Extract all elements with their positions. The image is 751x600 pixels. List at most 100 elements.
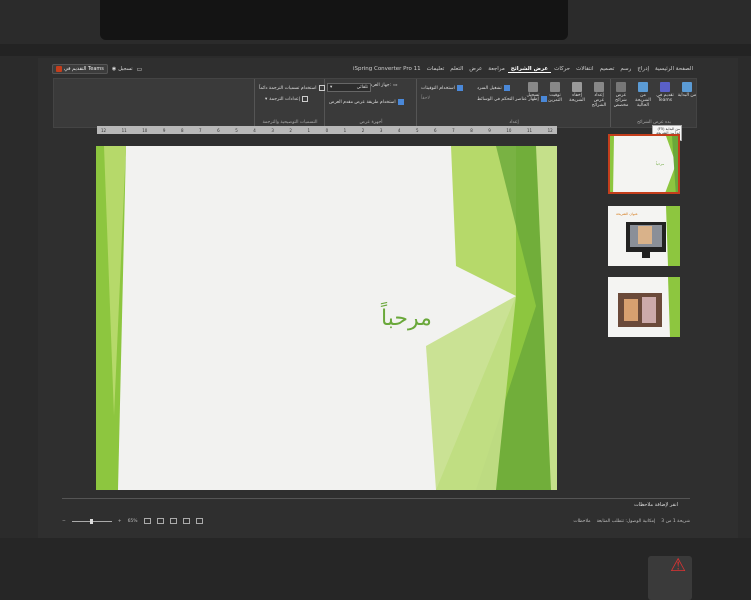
tab-ispring[interactable]: iSpring Converter Pro 11	[350, 66, 424, 72]
ruler-tick: 6	[434, 127, 437, 133]
share-area: التقديم في Teams ◉ تسجيل ▭	[52, 64, 142, 74]
ruler-tick: 6	[217, 127, 220, 133]
group-label-captions: التسميات التوضيحية والترجمة	[262, 120, 318, 125]
stopwatch-icon	[550, 82, 560, 92]
status-bar: − + 65% شريحة 1 من 3 إمكانية الوصول: تتط…	[62, 516, 690, 526]
horizontal-ruler: 12 11 10 9 8 7 6 5 4 3 2 1 0 1 2 3 4 5 6 7 8 9 10 11 12	[97, 126, 557, 134]
monitor-label: جهاز العرض: ▭	[367, 83, 398, 88]
presenter-view-checkbox[interactable]: استخدام طريقة عرض مقدم العرض	[329, 99, 404, 105]
from-beginning-button[interactable]: من البداية	[677, 82, 697, 98]
slide-title[interactable]: مرحباً	[381, 306, 432, 331]
checkbox-icon	[503, 85, 510, 91]
chevron-down-icon: ▾	[330, 85, 333, 90]
tab-transitions[interactable]: انتقالات	[573, 66, 597, 72]
group-setup: إعداد عرض الشرائح إخفاء الشريحة توقيت ال…	[416, 79, 611, 127]
notes-pane[interactable]: انقر لإضافة ملاحظات	[62, 498, 690, 510]
ruler-tick: 8	[180, 127, 184, 133]
zoom-level[interactable]: 65%	[128, 519, 138, 524]
slide-thumbnail-3[interactable]	[608, 277, 680, 337]
tab-design[interactable]: تصميم	[597, 66, 618, 72]
thumbnail-title: مرحباً	[656, 162, 665, 166]
zoom-knob[interactable]	[89, 518, 93, 524]
checkbox-icon	[318, 85, 325, 91]
tab-home[interactable]: الصفحة الرئيسية	[652, 66, 696, 72]
from-current-button[interactable]: من الشريحة الحالية	[633, 82, 653, 108]
ruler-tick: 11	[121, 127, 127, 133]
teams-label: التقديم في Teams	[64, 66, 104, 72]
fit-slide-icon[interactable]	[143, 518, 151, 524]
projector-icon	[638, 82, 648, 92]
record-icon: ◉	[111, 66, 117, 72]
dimmed-option: لاحقاً	[421, 96, 430, 101]
ruler-tick: 5	[415, 127, 419, 133]
ruler-tick: 2	[289, 127, 292, 133]
ruler-tick: 3	[271, 127, 274, 133]
notes-toggle[interactable]: ملاحظات	[573, 519, 590, 524]
tab-draw[interactable]: رسم	[617, 66, 634, 72]
hide-slide-button[interactable]: إخفاء الشريحة	[567, 82, 587, 103]
warning-icon: ⚠	[670, 555, 687, 576]
ruler-tick: 9	[488, 127, 491, 133]
ruler-tick: 12	[101, 127, 107, 133]
always-use-subtitles-checkbox[interactable]: استخدام تسميات الترجمة دائماً	[259, 85, 325, 91]
group-captions: استخدام تسميات الترجمة دائماً ▾ إعدادات …	[254, 79, 325, 127]
custom-show-icon	[616, 82, 626, 92]
checkbox-icon	[456, 85, 463, 91]
present-teams-button[interactable]: تقديم في Teams	[655, 82, 675, 103]
slide-thumbnail-2[interactable]: عنوان الشريحة	[608, 206, 680, 266]
slide-sorter-icon[interactable]	[169, 518, 177, 524]
ribbon-body: من البداية تقديم في Teams من الشريحة الح…	[53, 78, 697, 128]
reading-view-icon[interactable]	[182, 518, 190, 524]
present-in-teams-button[interactable]: التقديم في Teams	[52, 64, 108, 74]
tab-learning[interactable]: التعلم	[447, 66, 466, 72]
slide-thumbnail-1[interactable]: مرحباً	[608, 134, 680, 194]
record-button[interactable]: ◉ تسجيل	[112, 66, 133, 72]
zoom-slider[interactable]	[71, 518, 112, 524]
tab-insert[interactable]: إدراج	[634, 66, 652, 72]
teams-icon	[56, 66, 62, 72]
play-narrations-checkbox[interactable]: تشغيل السرد	[477, 85, 510, 91]
ruler-tick: 10	[142, 127, 148, 133]
ruler-tick: 1	[343, 127, 347, 133]
status-right: شريحة 1 من 3 إمكانية الوصول: تتطلب المتا…	[573, 519, 690, 524]
slide-canvas[interactable]: مرحباً	[96, 146, 557, 490]
hide-slide-icon	[572, 82, 582, 92]
ruler-tick: 11	[526, 127, 533, 133]
ruler-tick: 4	[253, 127, 256, 133]
normal-view-icon[interactable]	[156, 518, 164, 524]
rehearse-button[interactable]: توقيت التمرين	[545, 82, 565, 103]
ruler-tick: 1	[307, 127, 311, 133]
ruler-tick: 12	[547, 127, 553, 133]
comments-icon[interactable]: ▭	[137, 66, 143, 73]
tab-slideshow[interactable]: عرض الشرائح	[507, 66, 552, 73]
slide-counter: شريحة 1 من 3	[661, 518, 690, 524]
subtitle-settings-button[interactable]: ▾ إعدادات الترجمة	[265, 96, 308, 102]
tab-view[interactable]: عرض	[466, 66, 485, 72]
record-label: تسجيل	[118, 66, 133, 72]
thumbnail-title: عنوان الشريحة	[616, 212, 638, 216]
thumbnail-shapes	[610, 136, 678, 192]
setup-show-button[interactable]: إعداد عرض الشرائح	[589, 82, 609, 108]
group-monitors: جهاز العرض: ▭ ▾ تلقائي استخدام طريقة عرض…	[324, 79, 417, 127]
tab-help[interactable]: تعليمات	[424, 66, 448, 72]
ruler-tick: 3	[379, 127, 383, 133]
ruler-tick: 5	[235, 127, 238, 133]
zoom-out-icon[interactable]: −	[62, 519, 66, 524]
show-media-controls-checkbox[interactable]: إظهار عناصر التحكم في الوسائط	[477, 96, 547, 102]
zoom-in-icon[interactable]: +	[118, 519, 122, 524]
use-timings-checkbox[interactable]: استخدام التوقيتات	[421, 85, 463, 91]
custom-show-button[interactable]: عرض شرائح مخصص	[611, 82, 631, 108]
slide-background-shapes	[96, 146, 557, 490]
accessibility-status[interactable]: إمكانية الوصول: تتطلب المتابعة	[597, 519, 656, 524]
slideshow-view-icon[interactable]	[195, 518, 203, 524]
group-label-monitors: أجهزة عرض	[359, 120, 383, 125]
monitor-dropdown[interactable]: ▾ تلقائي	[327, 83, 371, 92]
notes-placeholder: انقر لإضافة ملاحظات	[633, 501, 678, 508]
group-label-setup: إعداد	[509, 120, 519, 125]
subtitle-icon	[302, 96, 308, 102]
tab-animations[interactable]: حركات	[551, 66, 573, 72]
ruler-tick: 0	[325, 127, 329, 133]
thumbnail-shapes	[618, 277, 680, 337]
record-icon	[528, 82, 538, 92]
tab-review[interactable]: مراجعة	[485, 66, 508, 72]
